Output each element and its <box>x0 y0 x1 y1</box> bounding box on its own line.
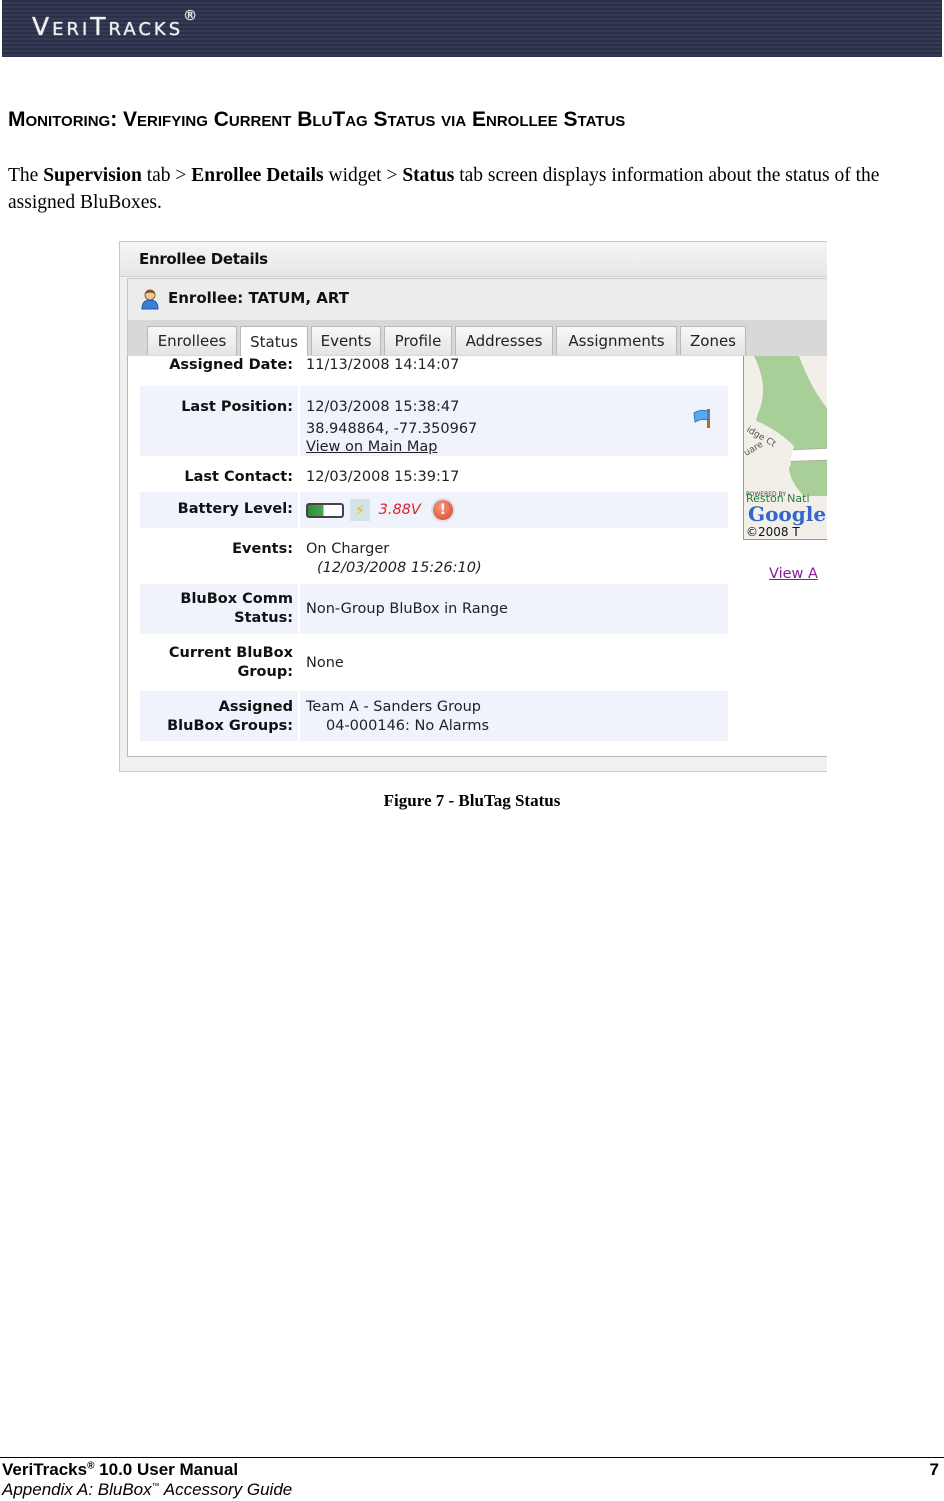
events-time: (12/03/2008 15:26:10) <box>317 560 482 576</box>
tab-events[interactable]: Events <box>311 326 381 355</box>
widget-title-bar: Enrollee Details <box>120 242 827 277</box>
footer-appendix-title: Appendix A: BluBox™ Accessory Guide <box>2 1480 293 1499</box>
widget-title: Enrollee Details <box>139 250 268 268</box>
comm-status-label-1: BluBox Comm <box>180 591 293 607</box>
tab-status[interactable]: Status <box>240 326 308 357</box>
last-contact-value: 12/03/2008 15:39:17 <box>306 469 460 485</box>
footer-manual-title: VeriTracks® 10.0 User Manual <box>2 1460 239 1479</box>
comm-status-value: Non-Group BluBox in Range <box>306 601 508 617</box>
comm-status-label-2: Status: <box>234 610 293 626</box>
intro-paragraph: The Supervision tab > Enrollee Details w… <box>8 165 880 213</box>
last-position-label: Last Position: <box>181 399 293 415</box>
events-value: On Charger <box>306 541 390 557</box>
google-logo: Google <box>748 502 826 526</box>
last-position-coords: 38.948864, -77.350967 <box>306 421 478 437</box>
tab-strip: Enrollees Status Events Profile Addresse… <box>127 320 827 357</box>
section-heading: Monitoring: Verifying Current BluTag Sta… <box>8 108 626 131</box>
alert-icon[interactable]: ! <box>432 500 453 520</box>
last-position-time: 12/03/2008 15:38:47 <box>306 399 460 415</box>
row-assigned-groups: Assigned BluBox Groups: Team A - Sanders… <box>140 691 728 741</box>
assigned-groups-value-2: 04-000146: No Alarms <box>326 718 490 734</box>
current-group-label-2: Group: <box>237 664 293 680</box>
map-thumbnail[interactable]: idge Ct uare POWERED BY Reston Nati Goog… <box>743 356 827 540</box>
row-battery-level: Battery Level: ⚡ 3.88V! <box>140 492 728 528</box>
row-last-contact: Last Contact: 12/03/2008 15:39:17 <box>140 460 728 490</box>
row-last-position: Last Position: 12/03/2008 15:38:47 38.94… <box>140 386 728 456</box>
footer-divider <box>0 1457 944 1458</box>
current-group-label-1: Current BluBox <box>168 645 293 661</box>
assigned-groups-label-2: BluBox Groups: <box>167 718 293 734</box>
row-events: Events: On Charger (12/03/2008 15:26:10) <box>140 530 728 582</box>
flag-icon[interactable] <box>692 407 714 429</box>
assigned-groups-label-1: Assigned <box>218 699 293 715</box>
battery-icon <box>306 502 344 518</box>
assigned-groups-value-1: Team A - Sanders Group <box>306 699 481 715</box>
tab-assignments[interactable]: Assignments <box>556 326 677 355</box>
row-comm-status: BluBox Comm Status: Non-Group BluBox in … <box>140 584 728 634</box>
page-number: 7 <box>929 1460 939 1479</box>
row-current-group: Current BluBox Group: None <box>140 638 728 688</box>
person-icon <box>141 289 159 310</box>
view-on-main-map-link[interactable]: View on Main Map <box>306 438 438 457</box>
tab-zones[interactable]: Zones <box>680 326 746 355</box>
charging-bolt-icon: ⚡ <box>350 499 370 521</box>
battery-voltage: 3.88V <box>378 502 421 518</box>
enrollee-details-screenshot: Enrollee Details Enrollee: TATUM, ART En… <box>119 241 827 772</box>
tab-profile[interactable]: Profile <box>384 326 452 355</box>
veritracks-logo: VeriTracks® <box>32 8 198 41</box>
tab-addresses[interactable]: Addresses <box>455 326 553 355</box>
assigned-date-label: Assigned Date: <box>169 357 293 373</box>
row-assigned-date: Assigned Date: 11/13/2008 14:14:07 <box>140 356 728 382</box>
map-image: idge Ct uare POWERED BY Reston Nati Goog… <box>744 356 827 539</box>
map-copyright: ©2008 T <box>746 525 800 539</box>
figure-caption: Figure 7 - BluTag Status <box>383 791 561 810</box>
view-all-link[interactable]: View A <box>769 566 818 582</box>
tab-enrollees[interactable]: Enrollees <box>147 326 237 355</box>
events-label: Events: <box>232 541 293 557</box>
header-banner: VeriTracks® <box>2 0 942 57</box>
last-contact-label: Last Contact: <box>184 469 293 485</box>
enrollee-bar: Enrollee: TATUM, ART <box>127 278 827 321</box>
battery-level-label: Battery Level: <box>177 501 293 517</box>
status-panel: Assigned Date: 11/13/2008 14:14:07 Last … <box>127 356 827 757</box>
current-group-value: None <box>306 655 344 671</box>
assigned-date-value: 11/13/2008 14:14:07 <box>306 357 460 373</box>
enrollee-name: Enrollee: TATUM, ART <box>168 289 349 307</box>
